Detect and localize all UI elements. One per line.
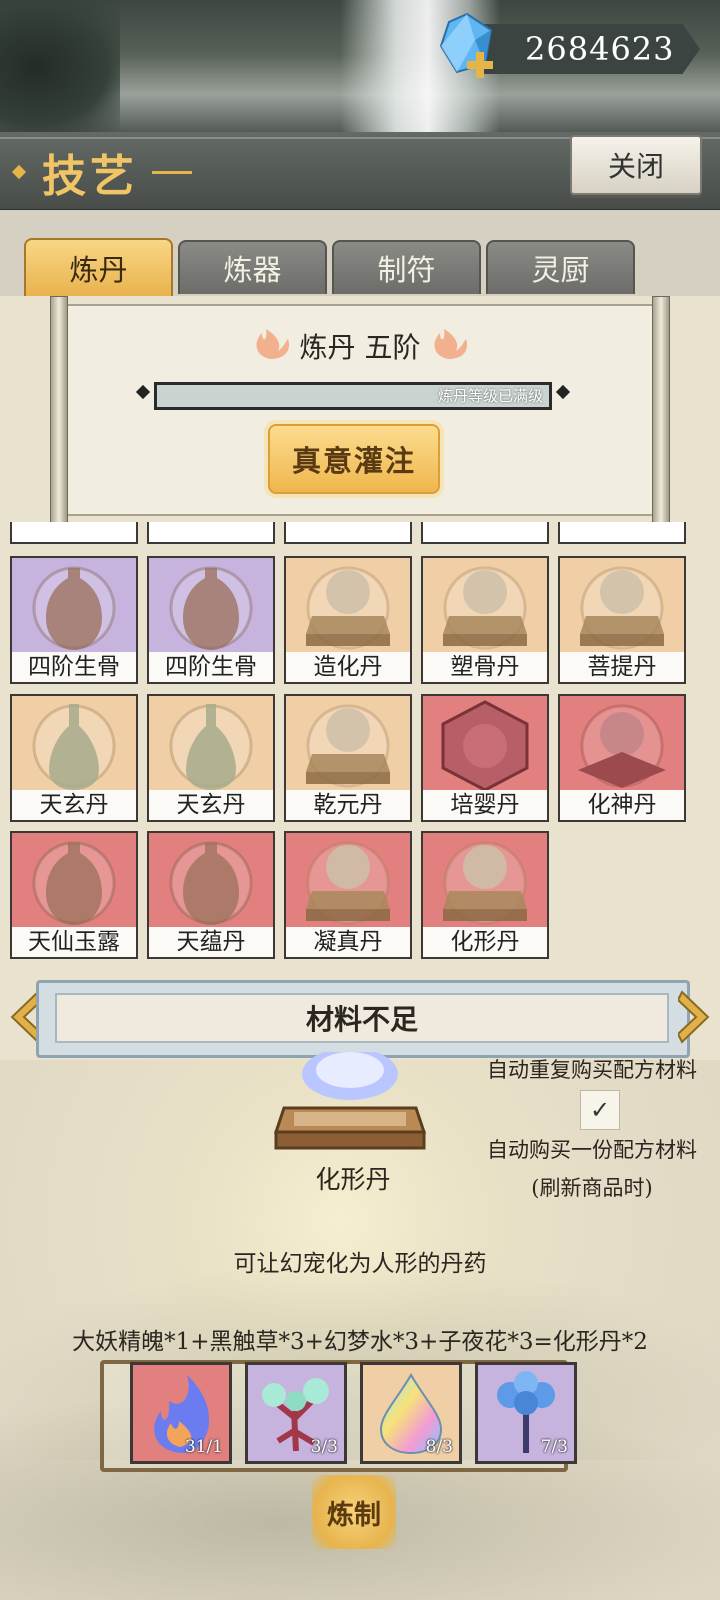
auto-repeat-label: 自动重复购买配方材料: [487, 1058, 697, 1082]
tab-forging[interactable]: 炼器: [178, 240, 327, 294]
recipe-card[interactable]: 四阶生骨: [10, 556, 138, 684]
material-slot[interactable]: 31/1: [130, 1362, 232, 1464]
recipe-name: 四阶生骨: [149, 652, 273, 682]
recipe-card[interactable]: 化形丹: [421, 831, 549, 959]
recipe-card[interactable]: 菩提丹: [558, 556, 686, 684]
recipe-card[interactable]: 凝真丹: [284, 831, 412, 959]
recipe-name: 天仙玉露: [12, 927, 136, 957]
currency-display[interactable]: 2684623: [439, 12, 710, 80]
vase-icon: [169, 566, 253, 650]
recipe-name: 化形丹: [423, 927, 547, 957]
craft-button[interactable]: 炼制: [312, 1475, 396, 1549]
hexagon-icon: [441, 700, 529, 792]
recipe-name: 造化丹: [286, 652, 410, 682]
bottle-icon: [169, 704, 253, 790]
skill-scroll-panel: 炼丹 五阶 炼丹等级已满级 真意灌注: [50, 296, 670, 524]
vase-icon: [169, 841, 253, 925]
grid-scrolled-row: [10, 522, 710, 544]
recipe-name: 塑骨丹: [423, 652, 547, 682]
currency-amount: 2684623: [525, 30, 675, 68]
recipe-name: 天蕴丹: [149, 927, 273, 957]
chevron-right-icon[interactable]: [678, 990, 712, 1044]
vase-icon: [32, 566, 116, 650]
product-description: 可让幻宠化为人形的丹药: [233, 1251, 487, 1277]
title-ornament-icon: [11, 164, 27, 180]
orb-stand-icon: [306, 566, 390, 650]
recipe-card[interactable]: 塑骨丹: [421, 556, 549, 684]
page-title: 技艺: [42, 151, 138, 202]
recipe-card[interactable]: 造化丹: [284, 556, 412, 684]
product-name: 化形丹: [315, 1165, 391, 1194]
orb-stand-icon: [443, 841, 527, 925]
auto-once-label: 自动购买一份配方材料: [487, 1138, 697, 1162]
orb-stand-icon: [306, 841, 390, 925]
auto-repeat-checkbox[interactable]: ✓: [580, 1090, 620, 1130]
recipe-name: 凝真丹: [286, 927, 410, 957]
material-count: 3/3: [310, 1437, 338, 1457]
status-text: 材料不足: [55, 993, 669, 1043]
tab-cooking[interactable]: 灵厨: [486, 240, 635, 294]
material-slot[interactable]: 3/3: [245, 1362, 347, 1464]
glowing-orb-icon: [273, 1052, 427, 1150]
recipe-name: 乾元丹: [286, 790, 410, 820]
cliff-scenery: [0, 0, 120, 135]
recipe-card[interactable]: 天蕴丹: [147, 831, 275, 959]
material-count: 8/3: [425, 1437, 453, 1457]
recipe-card[interactable]: 培婴丹: [421, 694, 549, 822]
recipe-name: 菩提丹: [560, 652, 684, 682]
tab-alchemy[interactable]: 炼丹: [24, 238, 173, 296]
status-banner: 材料不足: [8, 976, 712, 1060]
infuse-button[interactable]: 真意灌注: [268, 424, 440, 494]
recipe-card[interactable]: 天玄丹: [10, 694, 138, 822]
recipe-name: 天玄丹: [149, 790, 273, 820]
progress-text: 炼丹等级已满级: [437, 387, 543, 405]
title-group: 技艺: [11, 142, 192, 202]
recipe-card[interactable]: 天玄丹: [147, 694, 275, 822]
bottle-icon: [32, 704, 116, 790]
recipe-name: 培婴丹: [423, 790, 547, 820]
recipe-name: 四阶生骨: [12, 652, 136, 682]
material-count: 31/1: [184, 1437, 223, 1457]
material-slot[interactable]: 7/3: [475, 1362, 577, 1464]
orb-stand-icon: [443, 566, 527, 650]
material-slot[interactable]: 8/3: [360, 1362, 462, 1464]
recipe-card[interactable]: 乾元丹: [284, 694, 412, 822]
skill-level-title: 炼丹 五阶: [299, 331, 421, 364]
recipe-name: 化神丹: [560, 790, 684, 820]
plus-icon[interactable]: [465, 50, 495, 80]
auto-once-note: (刷新商品时): [531, 1176, 653, 1200]
title-ornament-line: [152, 170, 192, 174]
recipe-card[interactable]: 化神丹: [558, 694, 686, 822]
orb-stand-icon: [306, 704, 390, 788]
recipe-name: 天玄丹: [12, 790, 136, 820]
skill-progress-bar: 炼丹等级已满级: [154, 382, 552, 410]
recipe-card[interactable]: 四阶生骨: [147, 556, 275, 684]
orb-cushion-icon: [578, 704, 666, 788]
vase-icon: [32, 841, 116, 925]
orb-stand-icon: [580, 566, 664, 650]
close-button[interactable]: 关闭: [570, 135, 702, 195]
material-count: 7/3: [540, 1437, 568, 1457]
tab-talisman[interactable]: 制符: [332, 240, 481, 294]
recipe-card[interactable]: 天仙玉露: [10, 831, 138, 959]
